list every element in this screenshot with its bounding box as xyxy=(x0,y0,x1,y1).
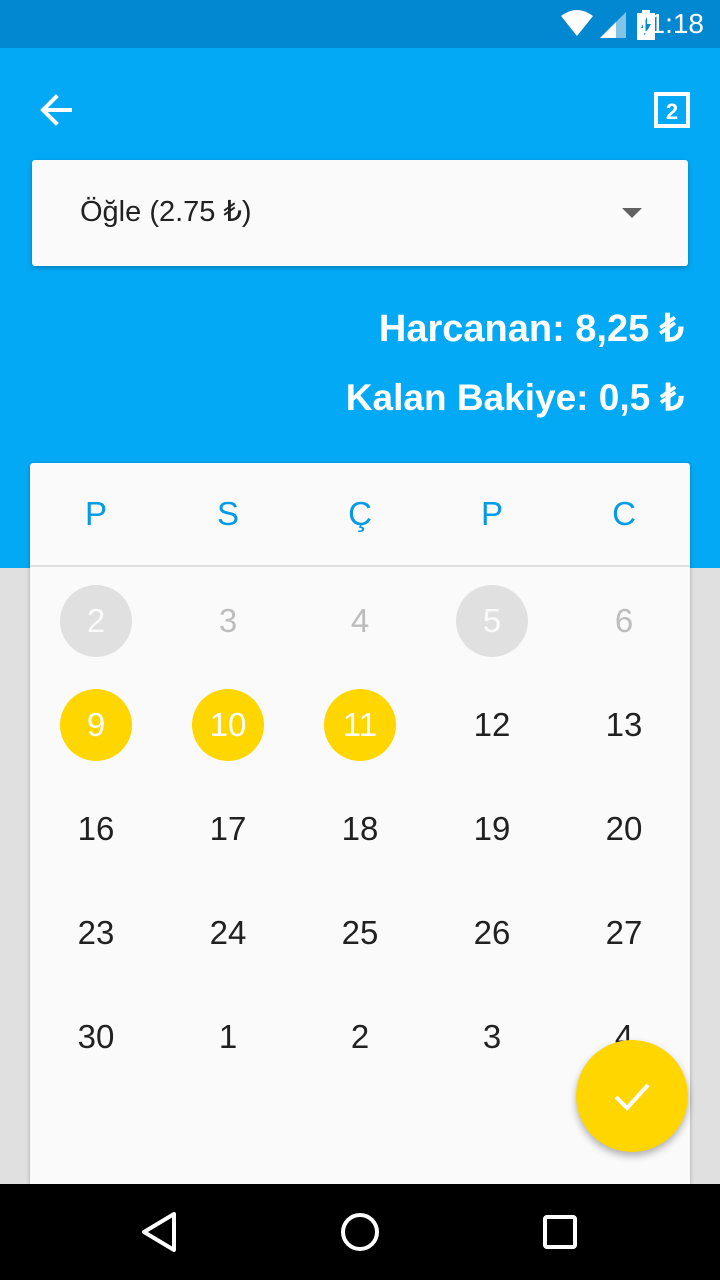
day-number: 9 xyxy=(60,689,132,761)
weekday-label: S xyxy=(216,495,239,532)
day-number: 25 xyxy=(341,914,379,951)
confirm-fab[interactable] xyxy=(576,1040,688,1152)
meal-dropdown[interactable]: Öğle (2.75 ₺) xyxy=(32,160,688,266)
day-number: 20 xyxy=(605,810,643,847)
weekday-label: P xyxy=(84,495,107,532)
home-circle-icon xyxy=(341,1213,379,1251)
day-number: 19 xyxy=(473,810,511,847)
calendar-day[interactable]: 5 xyxy=(426,569,558,673)
calendar-day[interactable]: 16 xyxy=(30,777,162,881)
calendar-day[interactable]: 3 xyxy=(162,569,294,673)
spent-amount: Harcanan: 8,25 ₺ xyxy=(378,308,684,350)
day-number: 6 xyxy=(614,602,634,639)
calendar-day[interactable]: 2 xyxy=(30,569,162,673)
calendar-day[interactable]: 26 xyxy=(426,881,558,985)
day-number: 4 xyxy=(350,602,370,639)
day-number: 23 xyxy=(77,914,115,951)
back-button[interactable] xyxy=(30,84,82,136)
back-triangle-icon xyxy=(142,1212,176,1252)
dropdown-arrow-icon xyxy=(622,208,642,218)
day-number: 2 xyxy=(350,1018,370,1055)
day-number: 3 xyxy=(482,1018,502,1055)
day-number: 30 xyxy=(77,1018,115,1055)
day-number: 11 xyxy=(324,689,396,761)
check-icon xyxy=(614,1083,650,1111)
day-number: 10 xyxy=(192,689,264,761)
day-number: 18 xyxy=(341,810,379,847)
system-nav-bar xyxy=(0,1184,720,1280)
calendar-day[interactable]: 18 xyxy=(294,777,426,881)
calendar-day[interactable]: 12 xyxy=(426,673,558,777)
day-number: 24 xyxy=(209,914,247,951)
calendar-icon-number: 2 xyxy=(666,99,678,124)
remaining-balance: Kalan Bakiye: 0,5 ₺ xyxy=(345,377,684,418)
wifi-icon xyxy=(561,10,593,36)
arrow-back-icon xyxy=(40,94,72,126)
calendar-day-icon: 2 xyxy=(654,92,690,128)
calendar-day[interactable]: 11 xyxy=(294,673,426,777)
calendar-day[interactable]: 13 xyxy=(558,673,690,777)
day-number: 13 xyxy=(605,706,643,743)
day-number: 17 xyxy=(209,810,247,847)
calendar-day[interactable]: 30 xyxy=(30,985,162,1089)
calendar-day[interactable]: 3 xyxy=(426,985,558,1089)
calendar-day[interactable]: 4 xyxy=(294,569,426,673)
calendar-day[interactable]: 17 xyxy=(162,777,294,881)
weekday-label: C xyxy=(612,495,636,532)
day-number: 1 xyxy=(218,1018,238,1055)
weekday-label: P xyxy=(480,495,503,532)
weekday-header: P S Ç P C xyxy=(30,463,690,567)
day-number: 26 xyxy=(473,914,511,951)
calendar-day[interactable]: 10 xyxy=(162,673,294,777)
nav-home-button[interactable] xyxy=(336,1208,384,1256)
nav-back-button[interactable] xyxy=(136,1208,184,1256)
day-number: 5 xyxy=(456,585,528,657)
day-number: 27 xyxy=(605,914,643,951)
day-number: 3 xyxy=(218,602,238,639)
status-bar: 11:18 xyxy=(0,0,720,48)
calendar-day[interactable]: 25 xyxy=(294,881,426,985)
calendar-day[interactable]: 20 xyxy=(558,777,690,881)
calendar-day[interactable]: 2 xyxy=(294,985,426,1089)
calendar-day[interactable]: 23 xyxy=(30,881,162,985)
weekday-label: Ç xyxy=(348,495,372,532)
calendar-day[interactable]: 6 xyxy=(558,569,690,673)
calendar-day[interactable]: 27 xyxy=(558,881,690,985)
calendar-day[interactable]: 19 xyxy=(426,777,558,881)
cell-signal-icon xyxy=(600,12,626,38)
day-number: 16 xyxy=(77,810,115,847)
calendar-day[interactable]: 24 xyxy=(162,881,294,985)
day-number: 2 xyxy=(60,585,132,657)
nav-recents-button[interactable] xyxy=(536,1208,584,1256)
day-number: 12 xyxy=(473,706,511,743)
calendar-button[interactable]: 2 xyxy=(646,84,698,136)
recents-square-icon xyxy=(543,1215,577,1249)
meal-dropdown-value: Öğle (2.75 ₺) xyxy=(80,196,252,228)
status-time: 11:18 xyxy=(636,8,704,39)
calendar-day[interactable]: 1 xyxy=(162,985,294,1089)
calendar-day[interactable]: 9 xyxy=(30,673,162,777)
